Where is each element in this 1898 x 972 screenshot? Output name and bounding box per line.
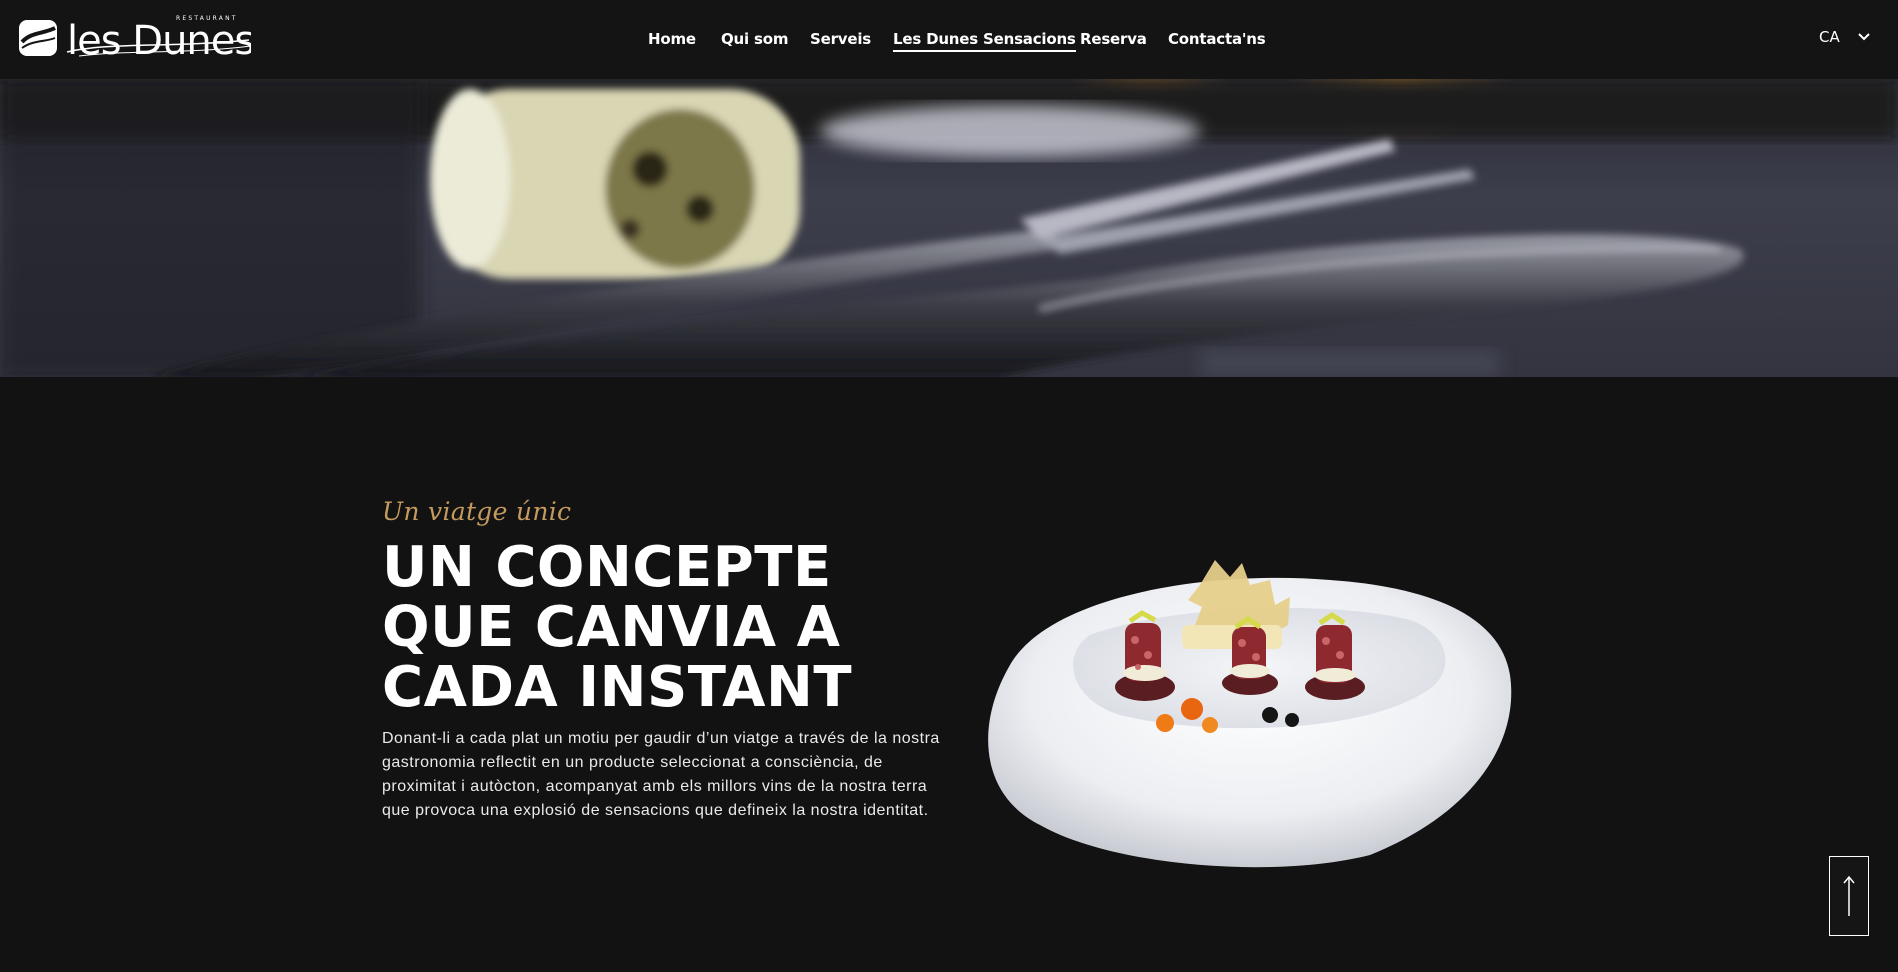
back-to-top-button[interactable] — [1829, 856, 1869, 936]
section-description: Donant-li a cada plat un motiu per gaudi… — [382, 730, 940, 819]
hero-image — [0, 79, 1898, 377]
dish-image — [988, 560, 1512, 868]
language-label: CA — [1819, 28, 1840, 46]
nav-item-les-dunes-sensacions[interactable]: Les Dunes Sensacions — [893, 30, 1076, 52]
headline-line-2: QUE CANVIA A — [382, 595, 841, 660]
section-headline: UN CONCEPTE QUE CANVIA A CADA INSTANT — [382, 538, 902, 718]
nav-item-qui-som[interactable]: Qui som — [721, 30, 788, 48]
chevron-down-icon — [1858, 33, 1870, 41]
nav-item-contactans[interactable]: Contacta'ns — [1168, 30, 1266, 48]
nav-item-serveis[interactable]: Serveis — [810, 30, 871, 48]
language-selector[interactable]: CA — [1819, 28, 1870, 46]
headline-line-3: CADA INSTANT — [382, 655, 853, 720]
main-nav: Home Qui som Serveis Les Dunes Sensacion… — [0, 0, 1898, 79]
section-kicker: Un viatge únic — [382, 497, 572, 526]
headline-line-1: UN CONCEPTE — [382, 535, 832, 600]
site-header: les Dunes RESTAURANT Home Qui som Servei… — [0, 0, 1898, 79]
nav-item-home[interactable]: Home — [648, 30, 696, 48]
hero-illustration — [0, 79, 1898, 377]
arrow-up-icon — [1843, 875, 1855, 916]
nav-item-reserva[interactable]: Reserva — [1080, 30, 1147, 48]
